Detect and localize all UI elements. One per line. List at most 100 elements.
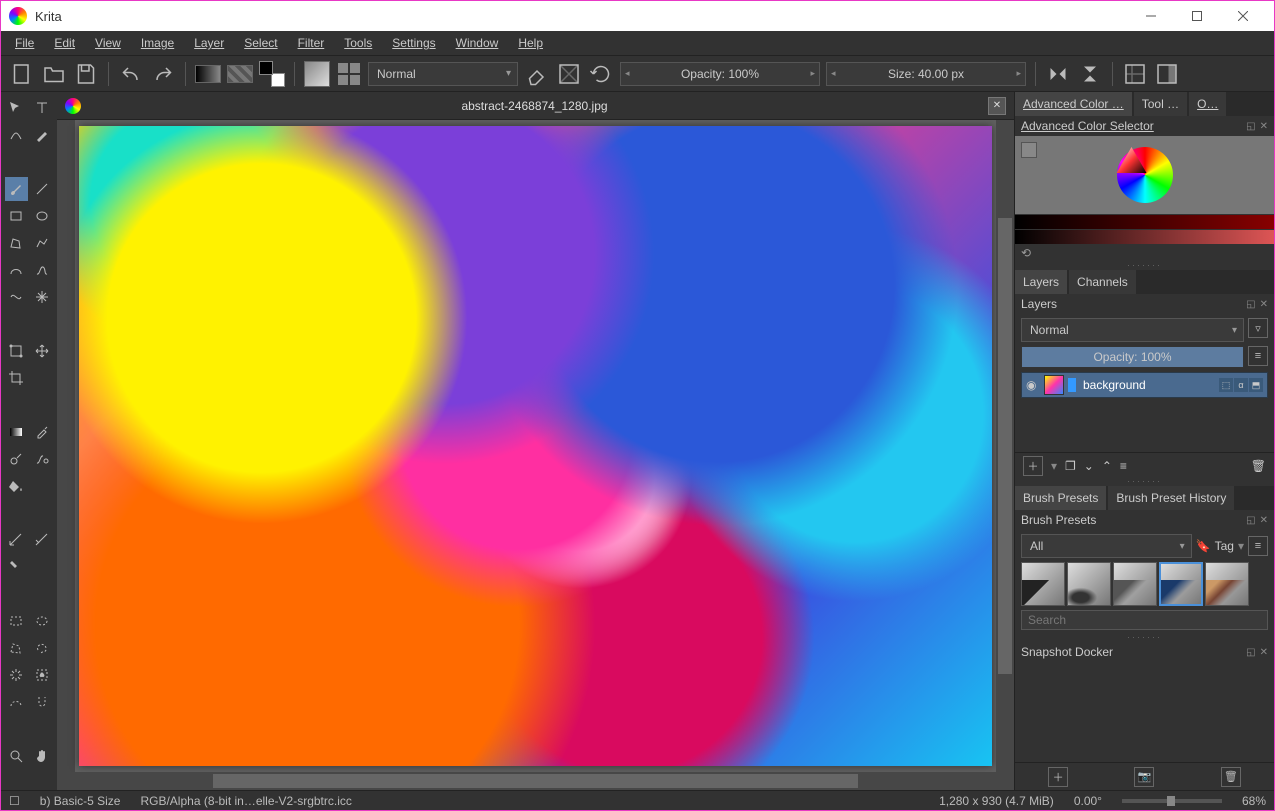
workspace-chooser-button[interactable] [1154,61,1180,87]
tool-zoom[interactable] [5,744,28,768]
preset-search-input[interactable]: Search [1021,610,1268,630]
alpha-lock-button[interactable] [556,61,582,87]
tool-pattern-edit[interactable] [5,447,28,471]
tool-bezier[interactable] [5,258,28,282]
gradient-swatch[interactable] [195,65,221,83]
tool-color-picker[interactable] [31,420,54,444]
menu-help[interactable]: Help [508,33,553,53]
fg-bg-swatch[interactable] [259,61,285,87]
brush-size-slider[interactable]: Size: 40.00 px [826,62,1026,86]
layer-name[interactable]: background [1080,378,1215,392]
status-selection-icon[interactable]: ☐ [9,794,20,808]
preset-item[interactable] [1113,562,1157,606]
tool-rect-select[interactable] [5,609,28,633]
tab-tool-options[interactable]: Tool … [1134,92,1187,116]
delete-layer-button[interactable]: 🗑 [1251,459,1266,473]
reload-preset-button[interactable] [588,61,614,87]
save-file-button[interactable] [73,61,99,87]
menu-settings[interactable]: Settings [382,33,445,53]
maximize-button[interactable] [1174,1,1220,31]
close-panel-icon[interactable]: ✕ [1260,647,1268,658]
tool-gradient[interactable] [5,420,28,444]
eraser-mode-button[interactable] [524,61,550,87]
menu-view[interactable]: View [85,33,131,53]
brush-preset-swatch[interactable] [304,61,330,87]
close-panel-icon[interactable]: ✕ [1260,121,1268,132]
tab-advanced-color[interactable]: Advanced Color … [1015,92,1132,116]
wrap-mode-button[interactable] [1122,61,1148,87]
layer-alpha-icon[interactable]: α [1234,378,1248,392]
tab-close-button[interactable]: ✕ [988,97,1006,115]
layer-inherit-icon[interactable]: ⬒ [1249,378,1263,392]
tool-polyline[interactable] [31,231,54,255]
tool-contig-select[interactable] [5,663,28,687]
menu-select[interactable]: Select [234,33,287,53]
preset-item[interactable] [1205,562,1249,606]
tool-transform[interactable] [5,339,28,363]
brush-editor-button[interactable] [336,61,362,87]
add-snapshot-button[interactable]: ＋ [1048,767,1068,787]
tool-poly-select[interactable] [5,636,28,660]
color-selector[interactable] [1015,136,1274,244]
layer-lock-icon[interactable]: ⬚ [1219,378,1233,392]
blend-mode-combo[interactable]: Normal [368,62,518,86]
tool-move-layer[interactable] [31,339,54,363]
tab-layers[interactable]: Layers [1015,270,1067,294]
capture-snapshot-button[interactable]: 📷 [1134,767,1154,787]
mirror-v-button[interactable] [1077,61,1103,87]
preset-item[interactable] [1067,562,1111,606]
close-panel-icon[interactable]: ✕ [1260,299,1268,310]
menu-window[interactable]: Window [446,33,509,53]
open-file-button[interactable] [41,61,67,87]
add-layer-button[interactable]: ＋ [1023,456,1043,476]
tool-move[interactable] [5,96,28,120]
tool-ellipse-select[interactable] [31,609,54,633]
tool-polygon[interactable] [5,231,28,255]
menu-filter[interactable]: Filter [288,33,335,53]
float-icon[interactable]: ◱ [1246,299,1255,310]
new-file-button[interactable] [9,61,35,87]
layer-filter-button[interactable]: ▿ [1248,318,1268,338]
tool-assistant[interactable] [5,528,28,552]
redo-button[interactable] [150,61,176,87]
minimize-button[interactable] [1128,1,1174,31]
menu-tools[interactable]: Tools [334,33,382,53]
tool-line[interactable] [31,177,54,201]
tool-crop[interactable] [5,366,28,390]
menu-image[interactable]: Image [131,33,184,53]
tool-measure[interactable] [31,528,54,552]
tool-smart-fill[interactable] [31,447,54,471]
refresh-icon[interactable]: ⟲ [1021,246,1031,260]
tool-edit-shapes[interactable] [5,123,28,147]
tool-fill[interactable] [5,474,28,498]
close-button[interactable] [1220,1,1266,31]
scrollbar-horizontal[interactable] [75,772,996,790]
scrollbar-vertical[interactable] [996,120,1014,772]
zoom-slider[interactable] [1122,799,1222,803]
mirror-h-button[interactable] [1045,61,1071,87]
canvas[interactable] [79,126,992,766]
tab-channels[interactable]: Channels [1069,270,1136,294]
tool-reference[interactable] [5,555,28,579]
status-angle[interactable]: 0.00° [1074,794,1102,808]
tool-bezier-select[interactable] [5,690,28,714]
undo-button[interactable] [118,61,144,87]
pattern-swatch[interactable] [227,65,253,83]
status-zoom[interactable]: 68% [1242,794,1266,808]
float-icon[interactable]: ◱ [1246,515,1255,526]
tab-brush-presets[interactable]: Brush Presets [1015,486,1106,510]
tool-free-select[interactable] [31,636,54,660]
menu-edit[interactable]: Edit [44,33,85,53]
tab-overview[interactable]: O… [1189,92,1226,116]
preset-item[interactable] [1021,562,1065,606]
preset-item[interactable] [1159,562,1203,606]
menu-layer[interactable]: Layer [184,33,234,53]
tool-calligraphy[interactable] [31,123,54,147]
layer-item[interactable]: ◉ background ⬚α⬒ [1021,372,1268,398]
tool-freehand-path[interactable] [31,258,54,282]
tool-multibrush[interactable] [31,285,54,309]
float-icon[interactable]: ◱ [1246,647,1255,658]
move-layer-up-button[interactable]: ⌃ [1102,459,1112,473]
tool-pan[interactable] [31,744,54,768]
close-panel-icon[interactable]: ✕ [1260,515,1268,526]
